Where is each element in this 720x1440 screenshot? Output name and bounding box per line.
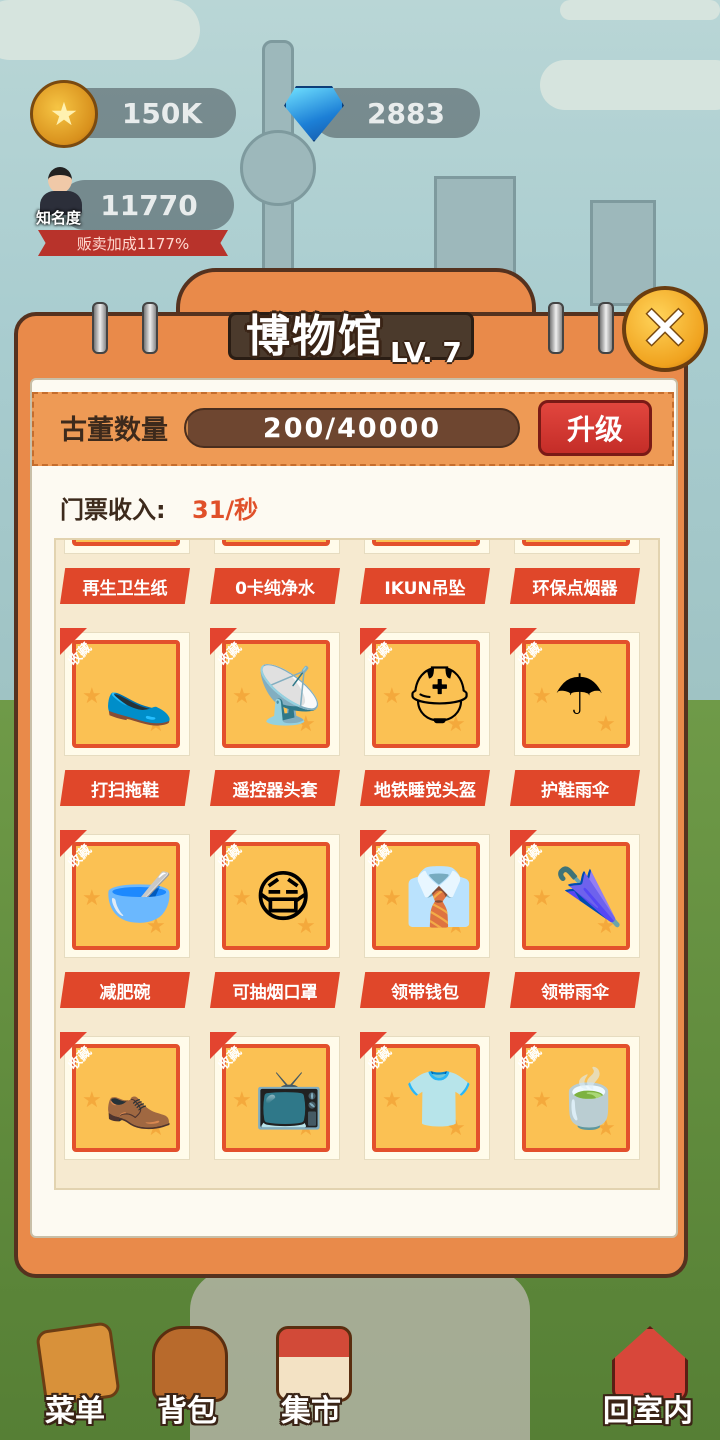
fame-label: 知名度 bbox=[36, 209, 82, 227]
item-name: 环保点烟器 bbox=[510, 568, 640, 604]
item-name: 地铁睡觉头盔 bbox=[360, 770, 490, 806]
fame-value: 11770 bbox=[100, 188, 198, 222]
star-icon: ★ bbox=[382, 1088, 402, 1113]
collection-grid[interactable]: ★★🧻 再生卫生纸 ★★💧 0卡纯净水 ★★📿 IKUN吊坠 ★★🔥 环保点烟器 ★★🥿收藏打扫… bbox=[56, 540, 658, 1160]
spiked-device-icon: 📺 bbox=[254, 1067, 324, 1132]
item-frame: ★★💧 bbox=[222, 540, 330, 546]
shirt-icon: 👕 bbox=[404, 1067, 474, 1132]
sales-bonus-ribbon: 贩卖加成1177% bbox=[38, 230, 228, 256]
helmet-icon: ⛑ bbox=[404, 663, 476, 728]
collection-item[interactable]: ★ ★ 🥿 收藏 打扫拖鞋 bbox=[60, 628, 192, 814]
item-frame: ★★🔥 bbox=[522, 540, 630, 546]
collection-item[interactable]: ★ ★ 😷 收藏 可抽烟口罩 bbox=[210, 830, 342, 1016]
upgrade-button[interactable]: 升级 bbox=[538, 400, 652, 456]
close-icon: ✕ bbox=[639, 294, 691, 364]
star-icon: ★ bbox=[382, 886, 402, 911]
remote-headgear-icon: 📡 bbox=[254, 663, 324, 728]
slipper-icon: 🥿 bbox=[104, 663, 174, 728]
item-frame: ★★📿 bbox=[372, 540, 480, 546]
collection-item[interactable]: ★ ★ 👕 收藏 bbox=[360, 1032, 492, 1160]
nav-menu-label: 菜单 bbox=[45, 1394, 105, 1429]
binder-ring-icon bbox=[92, 302, 108, 354]
star-icon: ★ bbox=[382, 684, 402, 709]
coin-icon: ★ bbox=[30, 80, 98, 148]
ticket-income-value: 31/秒 bbox=[192, 496, 259, 524]
star-icon: ★ bbox=[82, 684, 102, 709]
star-icon: ★ bbox=[232, 684, 252, 709]
nav-home-button[interactable]: 回室内 bbox=[588, 1320, 708, 1430]
item-name: 遥控器头套 bbox=[210, 770, 340, 806]
page-title: 博物馆 bbox=[246, 311, 384, 362]
collection-item[interactable]: ★ ★ 🌂 收藏 领带雨伞 bbox=[510, 830, 642, 1016]
star-icon: ★ bbox=[232, 1088, 252, 1113]
collection-item[interactable]: ★ ★ ☂ 收藏 护鞋雨伞 bbox=[510, 628, 642, 814]
tie-umbrella-icon: 🌂 bbox=[554, 865, 624, 930]
star-icon: ★ bbox=[532, 886, 552, 911]
item-name: 再生卫生纸 bbox=[60, 568, 190, 604]
item-name: 领带钱包 bbox=[360, 972, 490, 1008]
gem-value: 2883 bbox=[367, 96, 445, 130]
binder-ring-icon bbox=[598, 302, 614, 354]
collection-item[interactable]: ★ ★ 👔 收藏 领带钱包 bbox=[360, 830, 492, 1016]
collection-item[interactable]: ★★📿 IKUN吊坠 bbox=[360, 540, 492, 612]
background-tower bbox=[240, 130, 316, 206]
star-icon: ★ bbox=[82, 886, 102, 911]
bowl-icon: 🥣 bbox=[104, 865, 174, 930]
item-name: IKUN吊坠 bbox=[360, 568, 490, 604]
item-name: 打扫拖鞋 bbox=[60, 770, 190, 806]
background-cloud bbox=[540, 60, 720, 110]
collection-item[interactable]: ★★💧 0卡纯净水 bbox=[210, 540, 342, 612]
item-name: 领带雨伞 bbox=[510, 972, 640, 1008]
nav-menu-button[interactable]: 菜单 bbox=[20, 1320, 130, 1430]
collection-item[interactable]: ★ ★ 📺 收藏 bbox=[210, 1032, 342, 1160]
shoe-icon: 👞 bbox=[104, 1067, 174, 1132]
antique-count-label: 古董数量 bbox=[60, 415, 168, 446]
close-button[interactable]: ✕ bbox=[622, 286, 708, 372]
shoe-umbrella-icon: ☂ bbox=[554, 663, 605, 728]
star-icon: ★ bbox=[232, 886, 252, 911]
nav-market-button[interactable]: 集市 bbox=[256, 1320, 366, 1430]
mask-icon: 😷 bbox=[254, 865, 313, 930]
background-cloud bbox=[0, 0, 200, 60]
item-name: 减肥碗 bbox=[60, 972, 190, 1008]
ticket-income-label: 门票收入: bbox=[60, 496, 166, 524]
binder-ring-icon bbox=[142, 302, 158, 354]
fame-counter: 11770 bbox=[60, 180, 234, 230]
nav-market-label: 集市 bbox=[281, 1394, 341, 1429]
nav-bag-label: 背包 bbox=[157, 1394, 217, 1429]
collection-item[interactable]: ★ ★ 👞 收藏 bbox=[60, 1032, 192, 1160]
cups-icon: 🍵 bbox=[554, 1067, 624, 1132]
collection-item[interactable]: ★ ★ 🥣 收藏 减肥碗 bbox=[60, 830, 192, 1016]
collection-item[interactable]: ★ ★ ⛑ 收藏 地铁睡觉头盔 bbox=[360, 628, 492, 814]
collection-item[interactable]: ★ ★ 📡 收藏 遥控器头套 bbox=[210, 628, 342, 814]
nav-bag-button[interactable]: 背包 bbox=[132, 1320, 242, 1430]
background-cloud bbox=[560, 0, 720, 20]
collection-item[interactable]: ★★🔥 环保点烟器 bbox=[510, 540, 642, 612]
item-frame: ★★🧻 bbox=[72, 540, 180, 546]
star-icon: ★ bbox=[82, 1088, 102, 1113]
star-icon: ★ bbox=[532, 1088, 552, 1113]
item-name: 0卡纯净水 bbox=[210, 568, 340, 604]
item-name: 护鞋雨伞 bbox=[510, 770, 640, 806]
coin-value: 150K bbox=[121, 96, 203, 130]
antique-count-value: 200/40000 bbox=[262, 412, 442, 444]
collection-item[interactable]: ★★🧻 再生卫生纸 bbox=[60, 540, 192, 612]
museum-level: LV. 7 bbox=[390, 336, 462, 369]
tie-wallet-icon: 👔 bbox=[404, 865, 474, 930]
item-name: 可抽烟口罩 bbox=[210, 972, 340, 1008]
nav-home-label: 回室内 bbox=[603, 1394, 693, 1429]
star-icon: ★ bbox=[532, 684, 552, 709]
binder-ring-icon bbox=[548, 302, 564, 354]
collection-item[interactable]: ★ ★ 🍵 收藏 bbox=[510, 1032, 642, 1160]
